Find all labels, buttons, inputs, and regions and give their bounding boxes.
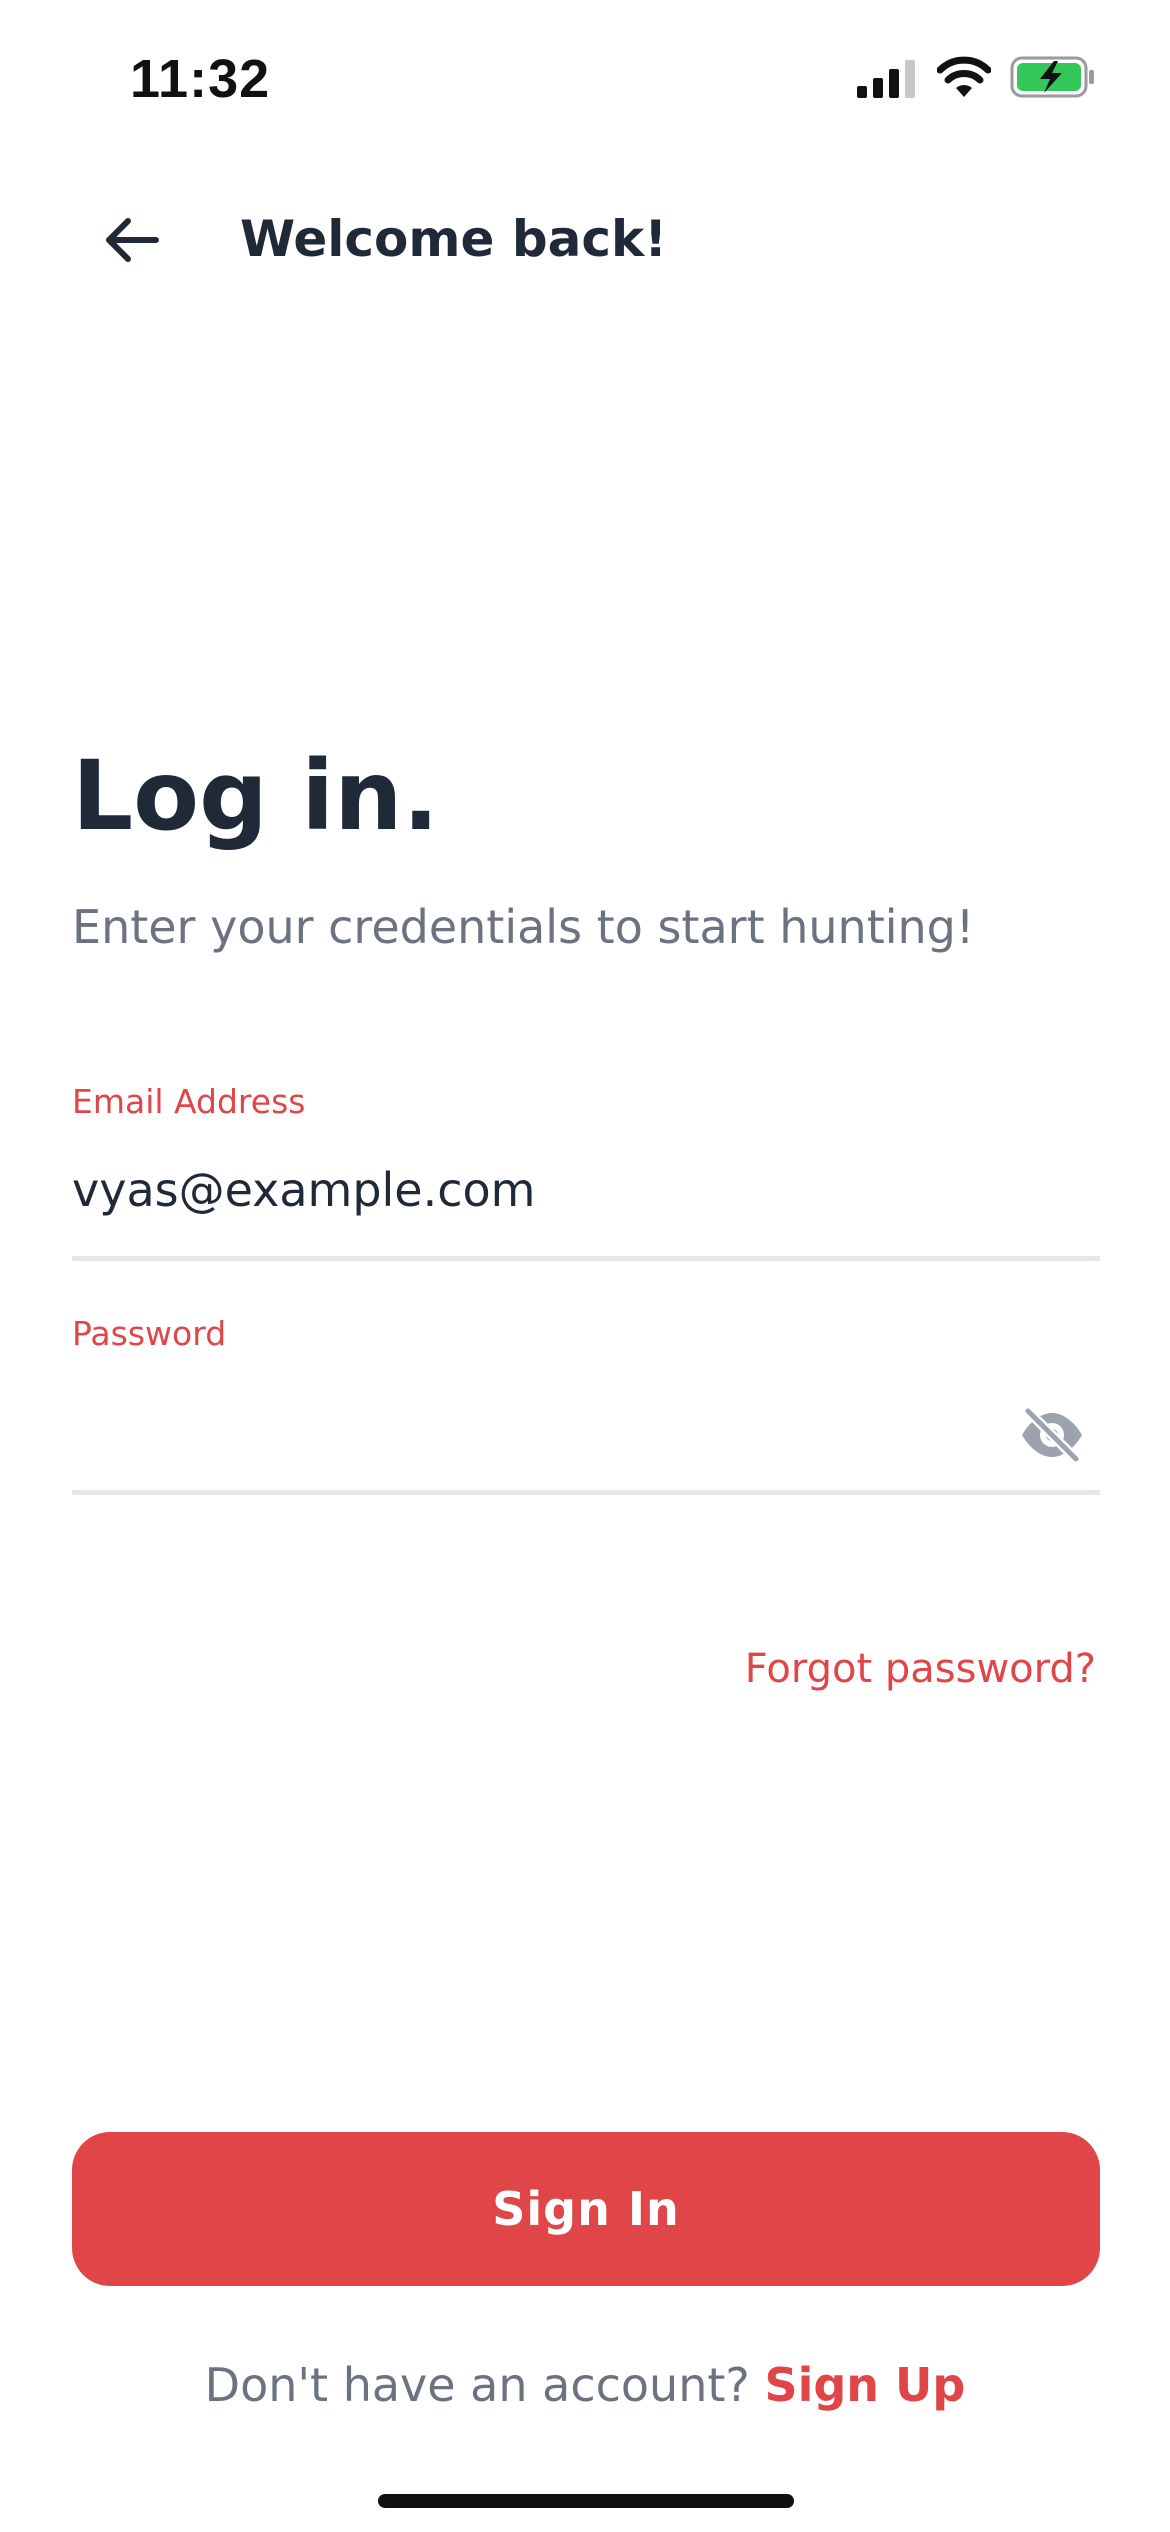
back-button[interactable] bbox=[92, 200, 172, 280]
email-field[interactable] bbox=[72, 1150, 1100, 1230]
password-label: Password bbox=[72, 1314, 227, 1353]
password-underline bbox=[72, 1490, 1100, 1495]
page-title: Log in. bbox=[72, 740, 439, 852]
sign-in-button[interactable]: Sign In bbox=[72, 2132, 1100, 2286]
signup-prompt-text: Don't have an account? bbox=[204, 2358, 750, 2412]
toggle-password-visibility-button[interactable] bbox=[1012, 1400, 1092, 1470]
status-bar-time: 11:32 bbox=[130, 49, 271, 109]
email-underline bbox=[72, 1256, 1100, 1261]
password-field[interactable] bbox=[72, 1390, 992, 1470]
battery-charging-icon bbox=[1010, 56, 1094, 98]
home-indicator bbox=[378, 2494, 794, 2508]
signup-prompt: Don't have an account? Sign Up bbox=[0, 2358, 1170, 2412]
header-title: Welcome back! bbox=[240, 210, 668, 268]
email-label: Email Address bbox=[72, 1082, 306, 1121]
wifi-icon bbox=[937, 56, 991, 97]
forgot-password-link[interactable]: Forgot password? bbox=[745, 1646, 1096, 1692]
sign-up-link[interactable]: Sign Up bbox=[764, 2358, 965, 2412]
cellular-signal-icon bbox=[857, 60, 915, 98]
eye-off-icon bbox=[1022, 1406, 1082, 1464]
arrow-left-icon bbox=[106, 218, 159, 262]
page-subtitle: Enter your credentials to start hunting! bbox=[72, 900, 975, 954]
sign-in-button-label: Sign In bbox=[492, 2182, 680, 2236]
